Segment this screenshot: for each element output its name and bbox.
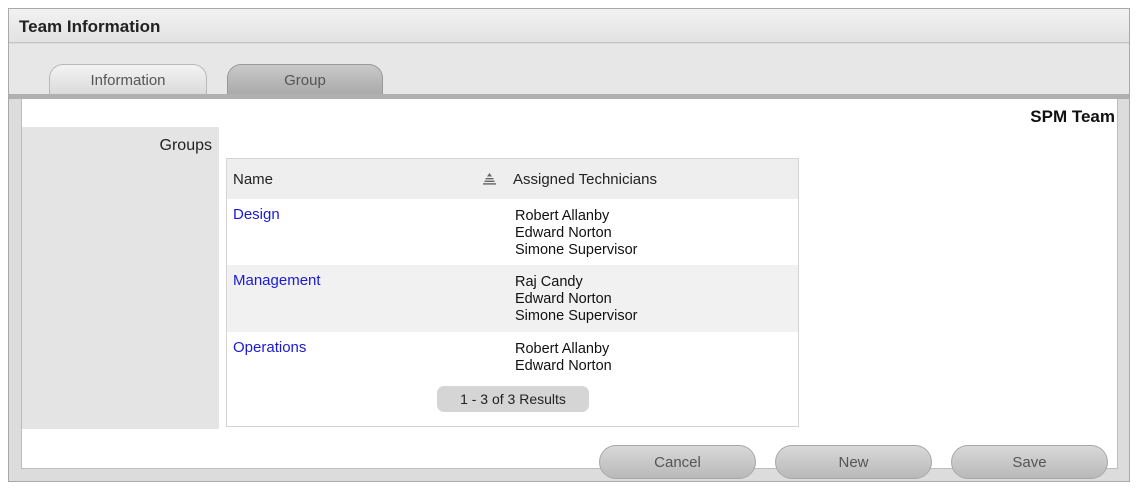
technician-name: Edward Norton bbox=[515, 225, 612, 241]
panel-header: Team Information bbox=[9, 9, 1129, 43]
tab-group[interactable]: Group bbox=[227, 64, 383, 96]
column-header-assigned-technicians[interactable]: Assigned Technicians bbox=[513, 171, 657, 188]
new-button[interactable]: New bbox=[775, 445, 932, 479]
form-label-column: Groups bbox=[22, 127, 219, 429]
cancel-button[interactable]: Cancel bbox=[599, 445, 756, 479]
technician-list: Robert Allanby Edward Norton Simone Supe… bbox=[515, 208, 638, 259]
pagination-summary: 1 - 3 of 3 Results bbox=[437, 386, 589, 412]
technician-name: Raj Candy bbox=[515, 274, 583, 290]
panel-title: Team Information bbox=[19, 17, 161, 36]
technician-name: Edward Norton bbox=[515, 358, 612, 374]
technician-name: Robert Allanby bbox=[515, 208, 610, 224]
tab-strip: Information Group bbox=[9, 44, 1129, 96]
table-row: Design Robert Allanby Edward Norton Simo… bbox=[227, 199, 798, 265]
sort-ascending-icon[interactable] bbox=[483, 173, 496, 185]
content-area: SPM Team Groups Name Assigned Technician… bbox=[21, 99, 1118, 479]
table-header: Name Assigned Technicians bbox=[227, 159, 798, 199]
technician-list: Robert Allanby Edward Norton bbox=[515, 341, 612, 375]
groups-table: Name Assigned Technicians Design Robert … bbox=[226, 158, 799, 427]
group-link-management[interactable]: Management bbox=[233, 272, 321, 289]
table-row: Management Raj Candy Edward Norton Simon… bbox=[227, 265, 798, 332]
technician-name: Simone Supervisor bbox=[515, 242, 638, 258]
technician-name: Simone Supervisor bbox=[515, 308, 638, 324]
save-button[interactable]: Save bbox=[951, 445, 1108, 479]
technician-name: Robert Allanby bbox=[515, 341, 610, 357]
group-link-operations[interactable]: Operations bbox=[233, 339, 306, 356]
tab-group-label: Group bbox=[284, 72, 326, 89]
technician-name: Edward Norton bbox=[515, 291, 612, 307]
column-header-name[interactable]: Name bbox=[233, 171, 273, 188]
tab-information[interactable]: Information bbox=[49, 64, 207, 96]
technician-list: Raj Candy Edward Norton Simone Superviso… bbox=[515, 274, 638, 325]
group-link-design[interactable]: Design bbox=[233, 206, 280, 223]
groups-label: Groups bbox=[159, 137, 212, 154]
table-row: Operations Robert Allanby Edward Norton bbox=[227, 332, 798, 382]
team-name: SPM Team bbox=[1030, 107, 1115, 126]
tab-information-label: Information bbox=[90, 72, 166, 89]
team-information-panel: Team Information Information Group SPM T… bbox=[8, 8, 1130, 482]
